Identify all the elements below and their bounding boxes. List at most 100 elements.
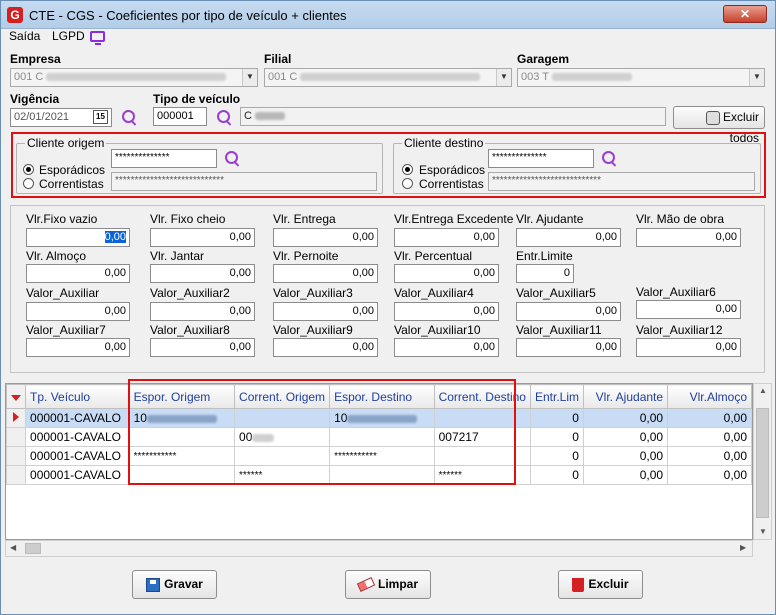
search-icon[interactable] <box>224 150 242 168</box>
cell-vlr-ajudante[interactable]: 0,00 <box>582 408 669 428</box>
field-label: Vlr. Almoço <box>26 249 87 263</box>
cell-vlr-almoco[interactable]: 0,00 <box>667 408 752 428</box>
vlr-percentual-input[interactable]: 0,00 <box>394 264 499 283</box>
filial-select[interactable]: 001 C ▼ <box>264 68 512 87</box>
filial-label: Filial <box>264 52 292 66</box>
sort-indicator[interactable] <box>5 384 27 409</box>
origem-esporadicos-radio[interactable] <box>23 164 34 175</box>
entr-limite-input[interactable]: 0 <box>516 264 574 283</box>
garagem-select[interactable]: 003 T ▼ <box>517 68 765 87</box>
cell-tp-veiculo[interactable]: 000001-CAVALO <box>25 465 130 485</box>
column-header[interactable]: Vlr. Ajudante <box>582 384 669 409</box>
cell-entr-lim[interactable]: 0 <box>529 465 584 485</box>
close-button[interactable]: ✕ <box>723 5 767 23</box>
cliente-origem-code-input[interactable]: ************** <box>111 149 217 168</box>
field-label: Valor_Auxiliar7 <box>26 323 106 337</box>
scroll-up-icon[interactable]: ▲ <box>759 386 767 395</box>
gravar-button[interactable]: Gravar <box>132 570 217 599</box>
vlr-entrega-input[interactable]: 0,00 <box>273 228 378 247</box>
field-label: Vlr. Entrega <box>273 212 336 226</box>
origem-esporadicos-label: Esporádicos <box>39 163 106 177</box>
vlr-ajudante-input[interactable]: 0,00 <box>516 228 621 247</box>
chevron-down-icon: ▼ <box>749 69 764 86</box>
row-indicator <box>5 446 27 466</box>
field-label: Entr.Limite <box>516 249 573 263</box>
menu-lgpd[interactable]: LGPD <box>52 29 85 43</box>
cell-tp-veiculo[interactable]: 000001-CAVALO <box>25 446 130 466</box>
destino-correntistas-label: Correntistas <box>419 177 484 191</box>
cell-vlr-almoco[interactable]: 0,00 <box>667 465 752 485</box>
valor-auxiliar7-input[interactable]: 0,00 <box>26 338 130 357</box>
column-header[interactable]: Tp. Veículo <box>25 384 130 409</box>
vlr-mao-de-obra-input[interactable]: 0,00 <box>636 228 741 247</box>
cell-vlr-almoco[interactable]: 0,00 <box>667 427 752 447</box>
save-icon <box>146 577 161 592</box>
scroll-thumb[interactable] <box>25 543 41 554</box>
column-header[interactable]: Vlr.Almoço <box>667 384 752 409</box>
excluir-todos-button[interactable]: Excluir todos <box>673 106 765 145</box>
column-header[interactable]: Entr.Lim <box>529 384 584 409</box>
cliente-destino-code-input[interactable]: ************** <box>488 149 594 168</box>
cell-tp-veiculo[interactable]: 000001-CAVALO <box>25 427 130 447</box>
field-label: Valor_Auxiliar10 <box>394 323 481 337</box>
selected-text: 0,00 <box>104 231 126 243</box>
vlr-pernoite-input[interactable]: 0,00 <box>273 264 378 283</box>
valor-auxiliar9-input[interactable]: 0,00 <box>273 338 378 357</box>
cell-entr-lim[interactable]: 0 <box>529 408 584 428</box>
excluir-button[interactable]: Excluir <box>558 570 643 599</box>
search-icon[interactable] <box>601 150 619 168</box>
field-label: Vlr. Jantar <box>150 249 205 263</box>
vlr-fixo-cheio-input[interactable]: 0,00 <box>150 228 255 247</box>
horizontal-scrollbar[interactable]: ◀ ▶ <box>5 540 753 557</box>
search-icon[interactable] <box>121 109 139 127</box>
cell-vlr-ajudante[interactable]: 0,00 <box>582 465 669 485</box>
cell-vlr-ajudante[interactable]: 0,00 <box>582 446 669 466</box>
cell-vlr-almoco[interactable]: 0,00 <box>667 446 752 466</box>
valor-auxiliar5-input[interactable]: 0,00 <box>516 302 621 321</box>
origem-correntistas-radio[interactable] <box>23 178 34 189</box>
cell-vlr-ajudante[interactable]: 0,00 <box>582 427 669 447</box>
vlr-almoco-input[interactable]: 0,00 <box>26 264 130 283</box>
vertical-scrollbar[interactable]: ▲ ▼ <box>753 383 772 540</box>
origem-correntistas-label: Correntistas <box>39 177 104 191</box>
empresa-label: Empresa <box>10 52 61 66</box>
tipo-veiculo-code-input[interactable]: 000001 <box>153 107 207 126</box>
valor-auxiliar-input[interactable]: 0,00 <box>26 302 130 321</box>
valor-auxiliar12-input[interactable]: 0,00 <box>636 338 741 357</box>
cell-tp-veiculo[interactable]: 000001-CAVALO <box>25 408 130 428</box>
valor-auxiliar2-input[interactable]: 0,00 <box>150 302 255 321</box>
garagem-value: 003 T <box>521 71 549 83</box>
valor-auxiliar3-input[interactable]: 0,00 <box>273 302 378 321</box>
empresa-select[interactable]: 001 C ▼ <box>10 68 258 87</box>
field-label: Vlr. Percentual <box>394 249 473 263</box>
destino-esporadicos-radio[interactable] <box>402 164 413 175</box>
redacted-text <box>255 112 286 121</box>
menu-saida[interactable]: Saída <box>9 29 40 43</box>
highlight-box <box>128 379 516 485</box>
valor-auxiliar10-input[interactable]: 0,00 <box>394 338 499 357</box>
field-label: Vlr. Fixo cheio <box>150 212 226 226</box>
cliente-origem-name: **************************** <box>111 172 377 191</box>
valor-auxiliar11-input[interactable]: 0,00 <box>516 338 621 357</box>
monitor-icon[interactable] <box>90 31 105 45</box>
scroll-down-icon[interactable]: ▼ <box>759 527 767 536</box>
valor-auxiliar6-input[interactable]: 0,00 <box>636 300 741 319</box>
destino-correntistas-radio[interactable] <box>402 178 413 189</box>
filial-value: 001 C <box>268 71 298 83</box>
scroll-right-icon[interactable]: ▶ <box>740 543 746 552</box>
valor-auxiliar4-input[interactable]: 0,00 <box>394 302 499 321</box>
vlr-fixo-vazio-input[interactable]: 0,00 <box>26 228 130 247</box>
cliente-origem-title: Cliente origem <box>25 136 107 150</box>
scroll-thumb[interactable] <box>756 408 769 518</box>
cell-entr-lim[interactable]: 0 <box>529 427 584 447</box>
field-label: Vlr.Fixo vazio <box>26 212 98 226</box>
field-label: Vlr.Entrega Excedente <box>394 212 514 226</box>
valor-auxiliar8-input[interactable]: 0,00 <box>150 338 255 357</box>
calendar-icon[interactable]: 15 <box>93 110 108 124</box>
vlr-jantar-input[interactable]: 0,00 <box>150 264 255 283</box>
limpar-button[interactable]: Limpar <box>345 570 431 599</box>
vlr-entrega-excedente-input[interactable]: 0,00 <box>394 228 499 247</box>
scroll-left-icon[interactable]: ◀ <box>10 543 16 552</box>
cell-entr-lim[interactable]: 0 <box>529 446 584 466</box>
search-icon[interactable] <box>216 109 234 127</box>
